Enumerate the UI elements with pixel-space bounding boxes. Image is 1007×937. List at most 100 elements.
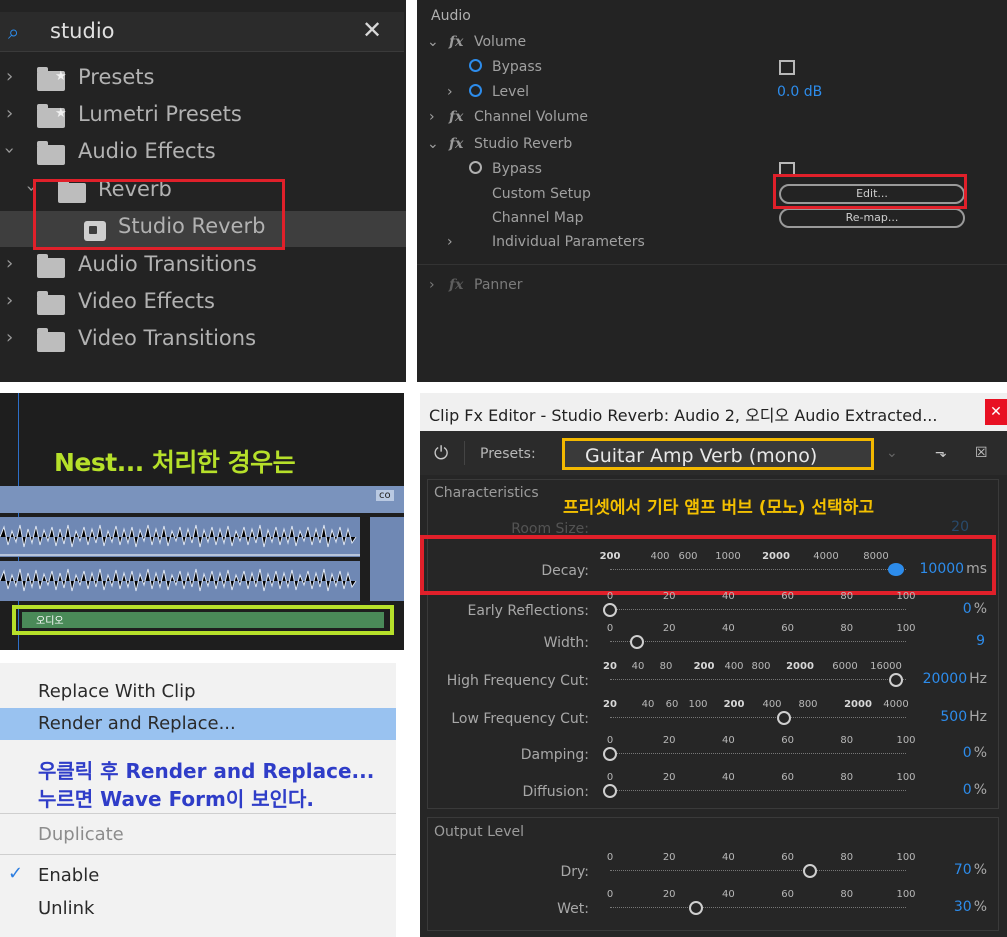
- slider-track[interactable]: [610, 641, 906, 642]
- slider-track[interactable]: [610, 609, 906, 610]
- chevron-right-icon[interactable]: ›: [447, 234, 453, 250]
- individual-parameters-row[interactable]: › Individual Parameters: [417, 232, 1007, 254]
- param-dry[interactable]: Dry: 70% 0 20 40 60 80 100: [420, 852, 1007, 888]
- param-value[interactable]: 20: [951, 519, 969, 535]
- tick-label: 100: [896, 591, 916, 602]
- save-preset-icon[interactable]: ⬎: [935, 445, 947, 461]
- chevron-right-icon[interactable]: ›: [6, 103, 13, 124]
- param-damping[interactable]: Damping: 0% 0 20 40 60 80 100: [420, 735, 1007, 771]
- tick-label: 400: [762, 699, 782, 710]
- slider-knob[interactable]: [630, 635, 644, 649]
- tree-item-label: Audio Effects: [78, 139, 216, 163]
- param-value[interactable]: 0%: [963, 601, 987, 617]
- tick-label: 20: [662, 623, 676, 634]
- param-value[interactable]: 20000 Hz: [923, 671, 987, 687]
- tree-item-presets[interactable]: › ★ Presets: [0, 62, 406, 98]
- studio-reverb-row[interactable]: ⌄ fx Studio Reverb: [417, 134, 1007, 156]
- param-early-reflections[interactable]: Early Reflections: 0% 0 20 40 60 80 100: [420, 591, 1007, 627]
- panner-row[interactable]: › fx Panner: [417, 275, 1007, 297]
- stopwatch-icon[interactable]: [469, 59, 482, 76]
- menu-item-duplicate[interactable]: Duplicate: [0, 819, 396, 851]
- bypass-checkbox[interactable]: [779, 60, 795, 75]
- effect-name: Panner: [474, 277, 523, 293]
- chevron-right-icon[interactable]: ›: [447, 84, 453, 100]
- chevron-down-icon[interactable]: ⌄: [427, 136, 439, 152]
- fx-icon[interactable]: fx: [449, 136, 463, 152]
- tree-item-video-effects[interactable]: › Video Effects: [0, 286, 406, 322]
- clear-search-icon[interactable]: ✕: [362, 16, 382, 44]
- fx-icon[interactable]: fx: [449, 277, 463, 293]
- param-value[interactable]: 0%: [963, 745, 987, 761]
- presets-label: Presets:: [480, 446, 536, 462]
- delete-preset-icon[interactable]: ☒: [975, 445, 988, 461]
- slider-knob[interactable]: [603, 747, 617, 761]
- video-clip[interactable]: co: [0, 486, 404, 513]
- chevron-down-icon[interactable]: ›: [0, 147, 20, 154]
- stopwatch-icon[interactable]: [469, 84, 482, 101]
- slider-track[interactable]: [610, 717, 906, 718]
- level-value[interactable]: 0.0 dB: [777, 84, 822, 100]
- power-icon[interactable]: ⏻: [434, 443, 448, 464]
- param-label: Level: [492, 84, 529, 100]
- remap-button[interactable]: Re-map...: [779, 208, 965, 228]
- audio-waveform[interactable]: [0, 517, 404, 603]
- param-value[interactable]: 9: [976, 633, 987, 649]
- param-wet[interactable]: Wet: 30% 0 20 40 60 80 100: [420, 889, 1007, 925]
- menu-item-render-and-replace[interactable]: Render and Replace...: [0, 708, 396, 740]
- search-input[interactable]: studio: [50, 19, 115, 43]
- tick-label: 0: [606, 591, 614, 602]
- window-titlebar[interactable]: Clip Fx Editor - Studio Reverb: Audio 2,…: [420, 393, 1007, 431]
- param-value[interactable]: 500 Hz: [940, 709, 987, 725]
- slider-track[interactable]: [610, 679, 906, 680]
- tick-label: 100: [896, 623, 916, 634]
- slider-knob[interactable]: [777, 711, 791, 725]
- tick-label: 80: [840, 735, 854, 746]
- chevron-right-icon[interactable]: ›: [6, 66, 13, 87]
- tree-item-audio-transitions[interactable]: › Audio Transitions: [0, 249, 406, 285]
- slider-knob[interactable]: [689, 901, 703, 915]
- slider-knob[interactable]: [603, 784, 617, 798]
- menu-item-replace-with-clip[interactable]: Replace With Clip: [0, 676, 396, 708]
- stopwatch-icon[interactable]: [469, 161, 482, 178]
- nested-sequence-clip[interactable]: 오디오: [22, 612, 384, 628]
- effects-panel: ⌕ studio ✕ › ★ Presets › ★ Lumetri Prese…: [0, 0, 406, 382]
- effects-search-bar[interactable]: ⌕ studio ✕: [0, 12, 404, 52]
- level-row: › Level 0.0 dB: [417, 82, 1007, 104]
- chevron-right-icon[interactable]: ›: [6, 253, 13, 274]
- param-diffusion[interactable]: Diffusion: 0% 0 20 40 60 80 100: [420, 772, 1007, 808]
- param-value[interactable]: 70%: [954, 862, 987, 878]
- tick-label: 20: [603, 661, 617, 672]
- close-button[interactable]: ✕: [985, 399, 1007, 425]
- chevron-right-icon[interactable]: ›: [429, 277, 435, 293]
- section-title: Audio: [431, 8, 471, 24]
- channel-volume-row[interactable]: › fx Channel Volume: [417, 107, 1007, 129]
- fx-icon[interactable]: fx: [449, 34, 463, 50]
- chevron-right-icon[interactable]: ›: [429, 109, 435, 125]
- slider-track[interactable]: [610, 907, 906, 908]
- slider-track[interactable]: [610, 790, 906, 791]
- chevron-right-icon[interactable]: ›: [6, 290, 13, 311]
- param-low-frequency-cut[interactable]: Low Frequency Cut: 20 40 60 100 200 400 …: [420, 699, 1007, 735]
- tick-label: 80: [840, 772, 854, 783]
- slider-knob[interactable]: [889, 673, 903, 687]
- param-high-frequency-cut[interactable]: High Frequency Cut: 20 40 80 200 400 800…: [420, 661, 1007, 697]
- slider-knob[interactable]: [603, 603, 617, 617]
- menu-item-unlink[interactable]: Unlink: [0, 893, 396, 925]
- param-width[interactable]: Width: 9 0 20 40 60 80 100: [420, 623, 1007, 659]
- slider-track[interactable]: [610, 870, 906, 871]
- tree-item-video-transitions[interactable]: › Video Transitions: [0, 323, 406, 359]
- fx-icon[interactable]: fx: [449, 109, 463, 125]
- param-value[interactable]: 0%: [963, 782, 987, 798]
- chevron-down-icon[interactable]: ⌄: [886, 445, 898, 461]
- slider-knob[interactable]: [803, 864, 817, 878]
- volume-row[interactable]: ⌄ fx Volume: [417, 32, 1007, 54]
- param-value[interactable]: 30%: [954, 899, 987, 915]
- audio-section-header: Audio: [417, 6, 1007, 28]
- presets-dropdown[interactable]: Guitar Amp Verb (mono): [562, 438, 874, 470]
- tree-item-audio-effects[interactable]: › Audio Effects: [0, 136, 406, 172]
- chevron-right-icon[interactable]: ›: [6, 327, 13, 348]
- slider-track[interactable]: [610, 753, 906, 754]
- menu-item-enable[interactable]: ✓ Enable: [0, 860, 396, 892]
- chevron-down-icon[interactable]: ⌄: [427, 34, 439, 50]
- tree-item-lumetri-presets[interactable]: › ★ Lumetri Presets: [0, 99, 406, 135]
